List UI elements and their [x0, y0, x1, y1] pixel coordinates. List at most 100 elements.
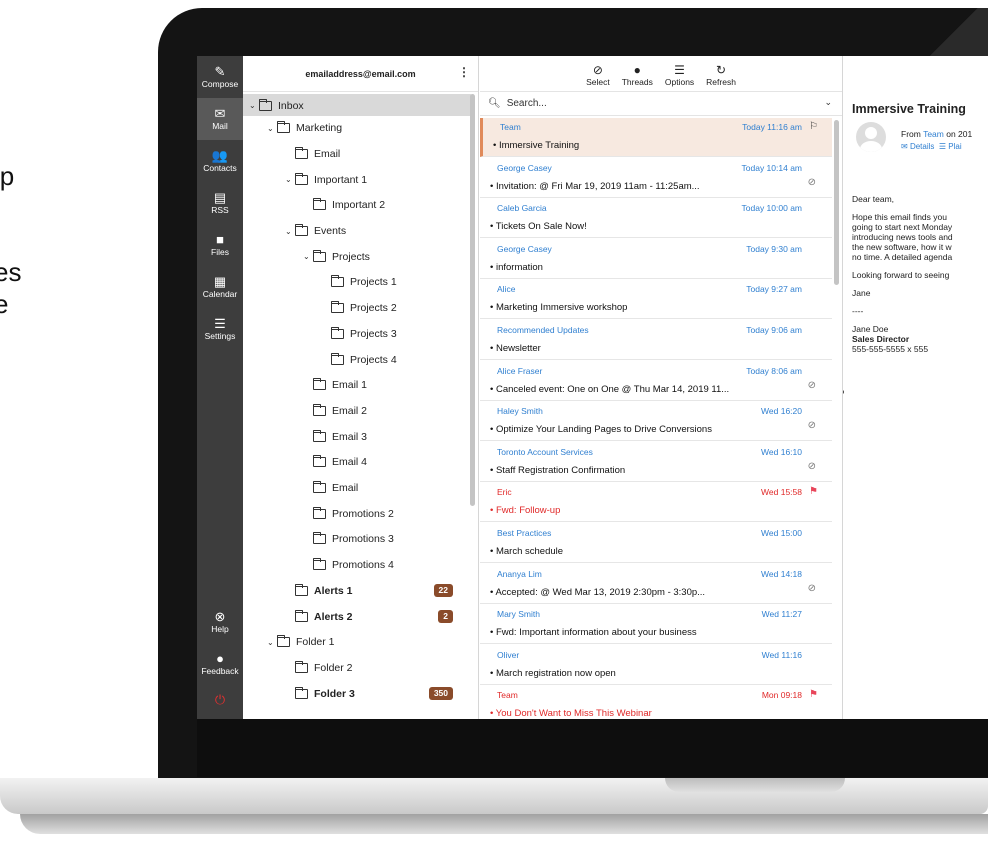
- rail-label: Files: [211, 247, 229, 257]
- message-row[interactable]: Mary Smith Wed 11:27 • Fwd: Important info…: [480, 605, 832, 645]
- message-row[interactable]: Team Mon 09:18 • You Don't Want to Miss Th…: [480, 686, 832, 719]
- folder-icon: [331, 326, 344, 339]
- message-row[interactable]: Caleb Garcia Today 10:00 am • Tickets On S…: [480, 199, 832, 239]
- folder-item[interactable]: ⌄ Projects: [243, 244, 471, 269]
- folder-label: Projects: [332, 250, 370, 263]
- chevron-down-icon[interactable]: ⌄: [285, 175, 295, 184]
- chevron-down-icon[interactable]: ⌄: [249, 101, 259, 110]
- sender-link[interactable]: Team: [923, 129, 944, 139]
- folder-item[interactable]: Alerts 2 2: [243, 604, 471, 629]
- message-row[interactable]: Alice Today 9:27 am • Marketing Immersive …: [480, 280, 832, 320]
- folder-item[interactable]: Folder 2: [243, 655, 471, 680]
- message-subject-text: Marketing Immersive workshop: [495, 302, 628, 314]
- background-text-line: es: [0, 257, 22, 287]
- folder-item[interactable]: Projects 4: [243, 347, 471, 372]
- message-row[interactable]: Alice Fraser Today 8:06 am • Canceled even…: [480, 362, 832, 401]
- folder-item[interactable]: Email 4: [243, 450, 471, 475]
- body-line: ----: [852, 306, 864, 316]
- message-list-pane: ⊘ Select ● Threads ☰ Options ↻ Refresh 🔍︎ Se…: [480, 56, 843, 719]
- rail-rss[interactable]: ▤ RSS: [197, 182, 243, 224]
- flag-icon[interactable]: ⚑: [809, 486, 818, 497]
- folder-label: Email 1: [332, 379, 368, 392]
- folder-item[interactable]: Promotions 3: [243, 527, 471, 552]
- threads-label: Threads: [621, 77, 653, 87]
- folder-item[interactable]: ⌄ Folder 1: [243, 630, 471, 655]
- message-row[interactable]: Recommended Updates Today 9:06 am • Newsle…: [480, 321, 832, 360]
- folder-item[interactable]: Email: [243, 141, 471, 166]
- message-row[interactable]: Team Today 11:16 am • Immersive Training ⚐: [480, 118, 832, 157]
- rail-logout[interactable]: ⏻: [197, 685, 243, 715]
- flag-icon[interactable]: ⚑: [809, 689, 818, 700]
- background-text-line: lp: [0, 161, 15, 191]
- flag-icon[interactable]: ⚐: [809, 121, 818, 132]
- message-row[interactable]: Oliver Wed 11:16 • March registration now …: [480, 646, 832, 685]
- refresh-button[interactable]: ↻ Refresh: [706, 64, 736, 88]
- folder-item[interactable]: Email 2: [243, 398, 471, 423]
- rail-feedback[interactable]: ● Feedback: [197, 643, 243, 685]
- search-input[interactable]: Search...: [507, 98, 547, 109]
- folder-item[interactable]: Email 3: [243, 424, 471, 449]
- folder-item[interactable]: Important 2: [243, 193, 471, 218]
- chevron-down-icon[interactable]: ⌄: [824, 97, 832, 108]
- rail-settings[interactable]: ☰ Settings: [197, 308, 243, 350]
- search-bar[interactable]: 🔍︎ Search... ⌄: [480, 92, 842, 116]
- message-row[interactable]: Best Practices Wed 15:00 • March schedule: [480, 524, 832, 563]
- rail-help[interactable]: ⊗ Help: [197, 601, 243, 643]
- folder-item[interactable]: Promotions 2: [243, 501, 471, 526]
- message-row[interactable]: Haley Smith Wed 16:20 • Optimize Your Land…: [480, 402, 832, 442]
- folder-item[interactable]: Promotions 4: [243, 553, 471, 578]
- rail-compose[interactable]: ✎ Compose: [197, 56, 243, 98]
- message-time: Mon 09:18: [761, 690, 802, 701]
- message-time: Wed 11:16: [761, 649, 802, 660]
- rail-calendar[interactable]: ▦ Calendar: [197, 266, 243, 308]
- body-line: no time. A detailed agenda: [852, 252, 953, 262]
- folder-item[interactable]: Projects 2: [243, 296, 471, 321]
- message-time: Wed 11:27: [761, 609, 802, 620]
- message-row[interactable]: George Casey Today 10:14 am • Invitation: …: [480, 159, 832, 198]
- kebab-menu-icon[interactable]: ⋮: [458, 65, 470, 79]
- folder-item[interactable]: ⌄ Marketing: [243, 116, 471, 141]
- message-row[interactable]: Toronto Account Services Wed 16:10 • Staff…: [480, 443, 832, 482]
- message-row[interactable]: George Casey Today 9:30 am • information: [480, 240, 832, 279]
- chevron-down-icon[interactable]: ⌄: [285, 227, 295, 236]
- message-body: Dear team, Hope this email finds you goi…: [852, 194, 953, 354]
- folder-scrollbar[interactable]: [470, 94, 475, 506]
- options-button[interactable]: ☰ Options: [665, 64, 694, 88]
- folder-item[interactable]: Projects 1: [243, 270, 471, 295]
- compose-icon: ✎: [214, 64, 226, 79]
- list-scrollbar[interactable]: [834, 120, 839, 285]
- paperclip-icon: ⊘: [807, 460, 816, 472]
- folder-item[interactable]: Email 1: [243, 373, 471, 398]
- paperclip-icon: ⊘: [807, 176, 816, 188]
- message-subject: • Staff Registration Confirmation: [490, 465, 810, 476]
- folder-item[interactable]: ⌄ Inbox: [243, 93, 471, 118]
- chevron-down-icon[interactable]: ⌄: [267, 638, 277, 647]
- plain-text-link[interactable]: Plai: [948, 142, 961, 151]
- folder-icon: [277, 121, 290, 134]
- message-row[interactable]: Eric Wed 15:58 • Fwd: Follow-up ⚑: [480, 483, 832, 523]
- folder-icon: [313, 198, 326, 211]
- folder-item[interactable]: Alerts 1 22: [243, 578, 471, 603]
- message-subject: • Newsletter: [490, 343, 810, 354]
- message-subject-text: Fwd: Important information about your bu…: [495, 627, 697, 639]
- folder-item[interactable]: Projects 3: [243, 321, 471, 346]
- rail-files[interactable]: ■ Files: [197, 224, 243, 266]
- mail-icon: ✉: [214, 106, 226, 121]
- chevron-down-icon[interactable]: ⌄: [267, 124, 277, 133]
- chevron-down-icon[interactable]: ⌄: [303, 252, 313, 261]
- rail-contacts[interactable]: 👥 Contacts: [197, 140, 243, 182]
- inbox-icon: [259, 98, 272, 111]
- folder-item[interactable]: ⌄ Important 1: [243, 167, 471, 192]
- select-button[interactable]: ⊘ Select: [586, 64, 610, 88]
- folder-label: Projects 4: [350, 353, 397, 366]
- folder-item[interactable]: Folder 3 350: [243, 681, 471, 706]
- folder-item[interactable]: Email: [243, 476, 471, 501]
- details-link[interactable]: Details: [910, 142, 934, 151]
- folder-label: Email: [332, 482, 359, 494]
- plain-text-icon: ☰: [938, 142, 947, 151]
- folder-item[interactable]: ⌄ Events: [243, 219, 471, 244]
- message-row[interactable]: Ananya Lim Wed 14:18 • Accepted: @ Wed Mar…: [480, 565, 832, 604]
- threads-button[interactable]: ● Threads: [621, 64, 653, 88]
- refresh-label: Refresh: [706, 77, 736, 87]
- rail-mail[interactable]: ✉ Mail: [197, 98, 243, 140]
